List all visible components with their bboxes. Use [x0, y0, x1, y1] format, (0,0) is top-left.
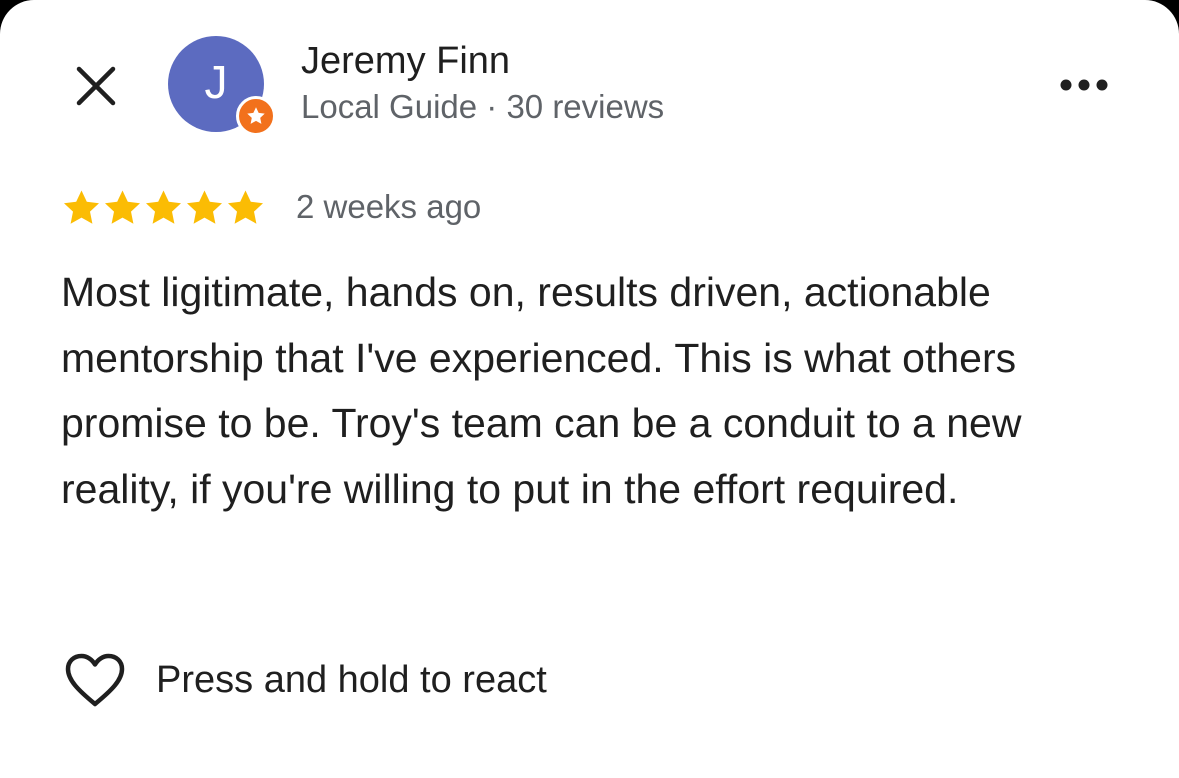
star-icon: [228, 190, 263, 224]
heart-outline-icon: [65, 653, 125, 707]
review-sheet: J Jeremy Finn Local Guide · 30 reviews 2…: [0, 0, 1179, 778]
user-meta: Local Guide · 30 reviews: [301, 88, 665, 125]
review-date: 2 weeks ago: [296, 188, 482, 225]
star-icon: [146, 190, 181, 224]
star-icon: [64, 190, 99, 224]
local-guide-badge: [236, 96, 276, 136]
avatar-initial: J: [204, 56, 228, 108]
user-name[interactable]: Jeremy Finn: [301, 40, 510, 83]
star-rating: [61, 188, 266, 228]
close-button[interactable]: [64, 54, 128, 118]
react-label: Press and hold to react: [156, 658, 547, 701]
review-text: Most ligitimate, hands on, results drive…: [61, 269, 1022, 512]
more-options-button[interactable]: [1050, 60, 1118, 110]
close-icon: [76, 66, 116, 106]
more-horizontal-icon: [1060, 79, 1108, 91]
star-badge-icon: [247, 107, 265, 124]
star-icon: [187, 190, 222, 224]
star-icon: [105, 190, 140, 224]
react-button[interactable]: Press and hold to react: [64, 648, 547, 712]
